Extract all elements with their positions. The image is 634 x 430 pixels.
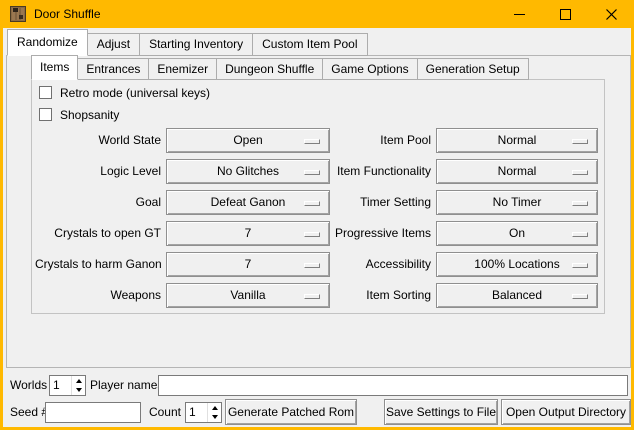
accessibility-value: 100% Locations bbox=[474, 253, 559, 276]
tab-items[interactable]: Items bbox=[31, 55, 78, 80]
dropdown-indicator-icon bbox=[304, 263, 320, 268]
minimize-icon bbox=[514, 14, 525, 15]
crystals-ganon-label: Crystals to harm Ganon bbox=[35, 252, 161, 277]
tab-entrances[interactable]: Entrances bbox=[77, 58, 149, 80]
dropdown-indicator-icon bbox=[572, 139, 588, 144]
dropdown-indicator-icon bbox=[304, 232, 320, 237]
dropdown-indicator-icon bbox=[304, 294, 320, 299]
save-settings-button[interactable]: Save Settings to File bbox=[384, 399, 498, 425]
dropdown-indicator-icon bbox=[572, 201, 588, 206]
logic-level-label: Logic Level bbox=[35, 159, 161, 184]
tab-generation-setup[interactable]: Generation Setup bbox=[417, 58, 529, 80]
worlds-spinner[interactable]: 1 bbox=[49, 375, 86, 396]
dropdown-indicator-icon bbox=[572, 232, 588, 237]
timer-setting-value: No Timer bbox=[493, 191, 542, 214]
tab-starting-inventory[interactable]: Starting Inventory bbox=[139, 33, 253, 56]
weapons-value: Vanilla bbox=[230, 284, 265, 307]
seed-input[interactable] bbox=[45, 402, 141, 423]
dropdown-indicator-icon bbox=[304, 201, 320, 206]
dropdown-indicator-icon bbox=[572, 294, 588, 299]
tab-custom-item-pool[interactable]: Custom Item Pool bbox=[252, 33, 367, 56]
crystals-gt-dropdown[interactable]: 7 bbox=[166, 221, 330, 246]
count-spinner[interactable]: 1 bbox=[185, 402, 222, 423]
arrow-up-icon bbox=[212, 406, 218, 410]
world-state-value: Open bbox=[233, 129, 262, 152]
worlds-down-button[interactable] bbox=[72, 386, 85, 396]
count-up-button[interactable] bbox=[208, 403, 221, 413]
maximize-button[interactable] bbox=[542, 0, 588, 28]
timer-setting-dropdown[interactable]: No Timer bbox=[436, 190, 598, 215]
tab-dungeon-shuffle[interactable]: Dungeon Shuffle bbox=[216, 58, 323, 80]
app-window: Door Shuffle Randomize Adjust Starting I… bbox=[0, 0, 634, 430]
worlds-label: Worlds bbox=[10, 375, 47, 396]
worlds-up-button[interactable] bbox=[72, 376, 85, 386]
item-functionality-dropdown[interactable]: Normal bbox=[436, 159, 598, 184]
main-tab-bar: Randomize Adjust Starting Inventory Cust… bbox=[7, 31, 367, 56]
item-sorting-label: Item Sorting bbox=[333, 283, 431, 308]
player-names-label: Player names bbox=[90, 375, 163, 396]
count-value: 1 bbox=[186, 403, 207, 422]
world-state-dropdown[interactable]: Open bbox=[166, 128, 330, 153]
item-functionality-value: Normal bbox=[498, 160, 537, 183]
dropdown-indicator-icon bbox=[304, 139, 320, 144]
dropdown-indicator-icon bbox=[572, 263, 588, 268]
crystals-gt-label: Crystals to open GT bbox=[35, 221, 161, 246]
item-sorting-dropdown[interactable]: Balanced bbox=[436, 283, 598, 308]
tab-game-options[interactable]: Game Options bbox=[322, 58, 417, 80]
close-button[interactable] bbox=[588, 0, 634, 28]
accessibility-label: Accessibility bbox=[333, 252, 431, 277]
goal-value: Defeat Ganon bbox=[211, 191, 286, 214]
items-tab-bar: Items Entrances Enemizer Dungeon Shuffle… bbox=[31, 57, 528, 80]
logic-level-value: No Glitches bbox=[217, 160, 279, 183]
goal-label: Goal bbox=[35, 190, 161, 215]
close-icon bbox=[606, 9, 617, 20]
weapons-label: Weapons bbox=[35, 283, 161, 308]
goal-dropdown[interactable]: Defeat Ganon bbox=[166, 190, 330, 215]
world-state-label: World State bbox=[35, 128, 161, 153]
crystals-gt-value: 7 bbox=[245, 222, 252, 245]
count-label: Count bbox=[143, 402, 181, 423]
titlebar[interactable]: Door Shuffle bbox=[0, 0, 634, 28]
crystals-ganon-dropdown[interactable]: 7 bbox=[166, 252, 330, 277]
generate-patched-rom-button[interactable]: Generate Patched Rom bbox=[225, 399, 357, 425]
arrow-down-icon bbox=[212, 415, 218, 419]
item-functionality-label: Item Functionality bbox=[333, 159, 431, 184]
accessibility-dropdown[interactable]: 100% Locations bbox=[436, 252, 598, 277]
retro-mode-checkbox[interactable] bbox=[39, 86, 52, 99]
tab-adjust[interactable]: Adjust bbox=[87, 33, 140, 56]
open-output-directory-button[interactable]: Open Output Directory bbox=[501, 399, 631, 425]
minimize-button[interactable] bbox=[496, 0, 542, 28]
item-pool-value: Normal bbox=[498, 129, 537, 152]
shopsanity-label: Shopsanity bbox=[60, 108, 119, 122]
weapons-dropdown[interactable]: Vanilla bbox=[166, 283, 330, 308]
maximize-icon bbox=[560, 9, 571, 20]
item-pool-label: Item Pool bbox=[333, 128, 431, 153]
item-pool-dropdown[interactable]: Normal bbox=[436, 128, 598, 153]
progressive-items-dropdown[interactable]: On bbox=[436, 221, 598, 246]
shopsanity-checkbox[interactable] bbox=[39, 108, 52, 121]
worlds-value: 1 bbox=[50, 376, 71, 395]
progressive-items-label: Progressive Items bbox=[333, 221, 431, 246]
dropdown-indicator-icon bbox=[304, 170, 320, 175]
door-icon bbox=[10, 6, 26, 22]
seed-label: Seed # bbox=[10, 402, 48, 423]
window-title: Door Shuffle bbox=[34, 7, 101, 21]
tab-randomize[interactable]: Randomize bbox=[7, 29, 88, 56]
retro-mode-label: Retro mode (universal keys) bbox=[60, 86, 210, 100]
player-names-input[interactable] bbox=[158, 375, 628, 396]
progressive-items-value: On bbox=[509, 222, 525, 245]
timer-setting-label: Timer Setting bbox=[333, 190, 431, 215]
arrow-up-icon bbox=[76, 379, 82, 383]
arrow-down-icon bbox=[76, 388, 82, 392]
crystals-ganon-value: 7 bbox=[245, 253, 252, 276]
tab-enemizer[interactable]: Enemizer bbox=[148, 58, 217, 80]
item-sorting-value: Balanced bbox=[492, 284, 542, 307]
dropdown-indicator-icon bbox=[572, 170, 588, 175]
count-down-button[interactable] bbox=[208, 413, 221, 423]
logic-level-dropdown[interactable]: No Glitches bbox=[166, 159, 330, 184]
